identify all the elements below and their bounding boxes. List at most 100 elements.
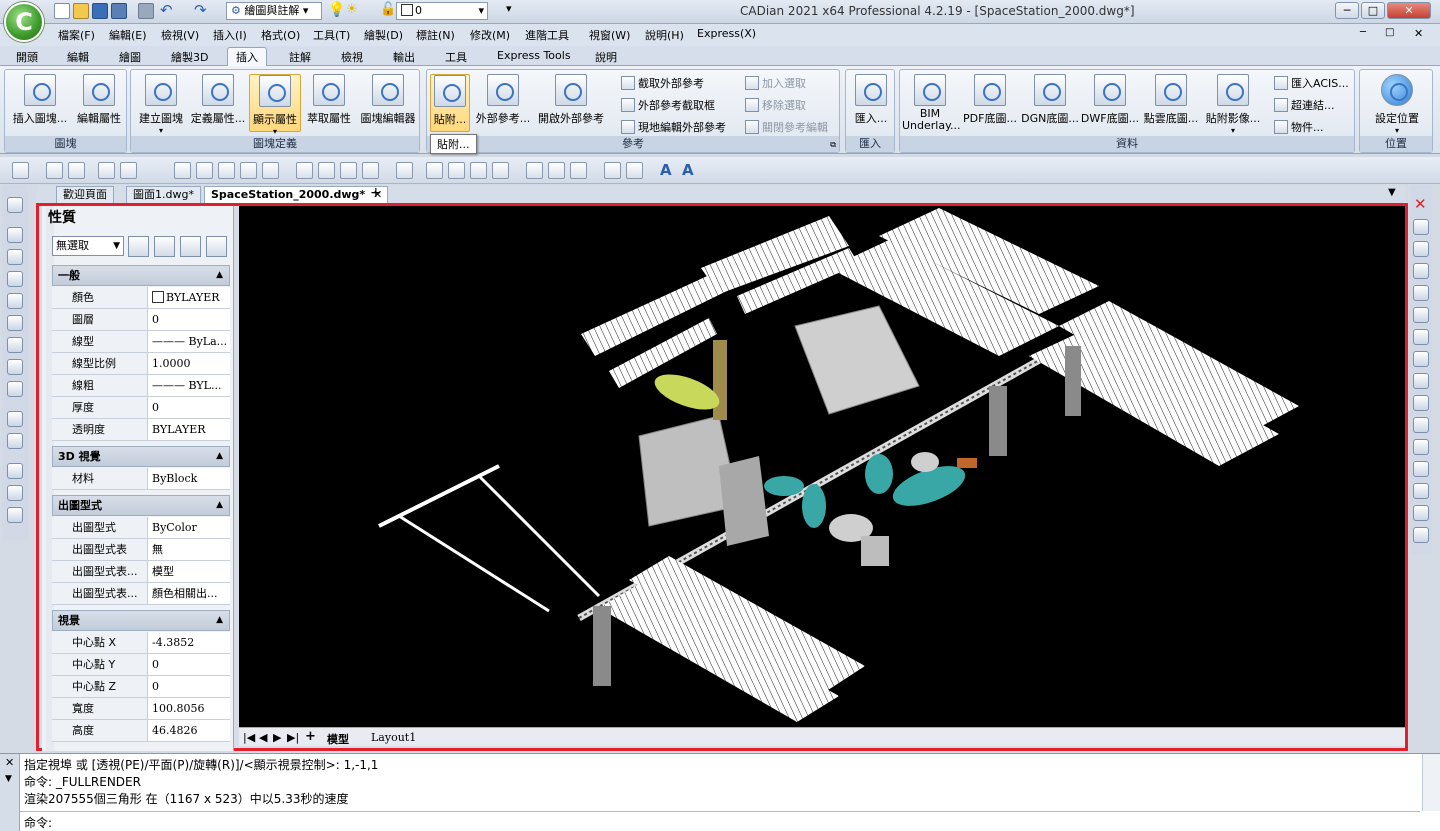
define-attribute-button[interactable]: 定義屬性... bbox=[189, 74, 247, 126]
offset-icon[interactable] bbox=[1413, 263, 1429, 279]
command-input[interactable]: 命令: bbox=[20, 811, 1420, 831]
line-icon[interactable] bbox=[174, 162, 191, 179]
tab-draw3d[interactable]: 繪製3D bbox=[171, 49, 208, 65]
hatch-pattern-icon[interactable] bbox=[426, 162, 443, 179]
insert-block-button[interactable]: 插入圖塊... bbox=[9, 74, 71, 126]
menu-modify[interactable]: 修改(M) bbox=[470, 27, 510, 43]
property-value[interactable]: 無 bbox=[152, 539, 230, 560]
tab-draw[interactable]: 繪圖 bbox=[119, 49, 141, 65]
timer-icon[interactable] bbox=[296, 162, 313, 179]
zoom-previous-icon[interactable] bbox=[7, 271, 23, 287]
trim-icon[interactable] bbox=[1413, 395, 1429, 411]
tab-insert[interactable]: 插入 bbox=[227, 47, 267, 67]
property-value[interactable]: 0 bbox=[152, 309, 230, 330]
drawing-canvas[interactable] bbox=[239, 206, 1405, 727]
block-editor-button[interactable]: 圖塊編輯器 bbox=[357, 74, 419, 126]
donut-icon[interactable] bbox=[526, 162, 543, 179]
selection-combo[interactable]: 無選取 ▼ bbox=[52, 236, 124, 256]
xref-frame-button[interactable]: 外部參考截取框 bbox=[621, 97, 715, 113]
last-layout-icon[interactable]: ▶| bbox=[287, 731, 299, 744]
point-icon[interactable] bbox=[396, 162, 413, 179]
save-as-icon[interactable] bbox=[111, 3, 127, 19]
doc-tab-spacestation[interactable]: SpaceStation_2000.dwg* ✕ bbox=[204, 186, 389, 203]
tab-view[interactable]: 檢視 bbox=[341, 49, 363, 65]
zoom-all-icon[interactable] bbox=[7, 463, 23, 479]
property-value[interactable]: ——— ByLa... bbox=[152, 331, 230, 352]
zoom-dynamic-icon[interactable] bbox=[7, 315, 23, 331]
mdi-restore-icon[interactable]: □ bbox=[1385, 27, 1394, 38]
app-logo[interactable]: C bbox=[4, 2, 44, 42]
redo-icon[interactable]: ↷ bbox=[194, 1, 207, 19]
property-row[interactable]: 寬度 100.8056 bbox=[52, 698, 230, 720]
move-icon[interactable] bbox=[1413, 307, 1429, 323]
zoom-out-icon[interactable] bbox=[7, 433, 23, 449]
toggle-pickadd-icon[interactable] bbox=[128, 236, 149, 257]
property-row[interactable]: 出圖型式表... 模型 bbox=[52, 561, 230, 583]
erase-icon[interactable]: ✕ bbox=[1414, 195, 1427, 213]
menu-help[interactable]: 說明(H) bbox=[645, 27, 684, 43]
restore-button[interactable]: □ bbox=[1361, 2, 1385, 19]
property-value[interactable]: 0 bbox=[152, 654, 230, 675]
property-value[interactable]: 100.8056 bbox=[152, 698, 230, 719]
tab-output[interactable]: 輸出 bbox=[393, 49, 415, 65]
regen-icon[interactable] bbox=[7, 197, 23, 213]
menu-window[interactable]: 視窗(W) bbox=[589, 27, 630, 43]
property-value[interactable]: BYLAYER bbox=[152, 419, 230, 440]
undo-icon[interactable]: ↶ bbox=[160, 1, 173, 19]
filter-icon[interactable] bbox=[206, 236, 227, 257]
revcloud-icon[interactable] bbox=[548, 162, 565, 179]
zoom-extents-icon[interactable] bbox=[7, 485, 23, 501]
add-layout-icon[interactable]: + bbox=[305, 729, 316, 744]
save-icon[interactable] bbox=[92, 3, 108, 19]
create-block-button[interactable]: 建立圖塊 ▾ bbox=[135, 74, 187, 135]
external-reference-button[interactable]: 外部參考... bbox=[473, 74, 533, 126]
collapse-icon[interactable]: ▲ bbox=[216, 447, 223, 466]
property-row[interactable]: 高度 46.4826 bbox=[52, 720, 230, 742]
mdi-close-icon[interactable]: ✕ bbox=[1414, 27, 1423, 40]
property-row[interactable]: 線型 ——— ByLa... bbox=[52, 331, 230, 353]
clip-xref-button[interactable]: 截取外部參考 bbox=[621, 75, 704, 91]
bim-underlay-button[interactable]: BIM Underlay... bbox=[902, 74, 961, 132]
dwf-underlay-button[interactable]: DWF底圖... bbox=[1080, 74, 1140, 126]
property-row[interactable]: 透明度 BYLAYER bbox=[52, 419, 230, 441]
zoom-object-icon[interactable] bbox=[7, 381, 23, 397]
hatch-icon[interactable] bbox=[218, 162, 235, 179]
tab-express-tools[interactable]: Express Tools bbox=[497, 49, 571, 62]
tab-tools[interactable]: 工具 bbox=[445, 49, 467, 65]
doc-tab-welcome[interactable]: 歡迎頁面 bbox=[56, 186, 114, 203]
object-button[interactable]: 物件... bbox=[1274, 119, 1324, 135]
property-value[interactable]: 0 bbox=[152, 676, 230, 697]
property-row[interactable]: 出圖型式表... 顏色相關出... bbox=[52, 583, 230, 605]
rectangle-icon[interactable] bbox=[448, 162, 465, 179]
point-cloud-button[interactable]: 點雲底圖... bbox=[1140, 74, 1202, 126]
first-layout-icon[interactable]: |◀ bbox=[243, 731, 255, 744]
layer-combo[interactable]: 0 ▾ bbox=[396, 2, 488, 20]
join-icon[interactable] bbox=[1413, 461, 1429, 477]
layout1-tab[interactable]: Layout1 bbox=[371, 731, 416, 744]
property-row[interactable]: 中心點 Y0 bbox=[52, 654, 230, 676]
extend-icon[interactable] bbox=[1413, 417, 1429, 433]
prev-layout-icon[interactable]: ◀ bbox=[259, 731, 267, 744]
region-icon[interactable] bbox=[470, 162, 487, 179]
pan-hand-icon[interactable] bbox=[7, 227, 23, 243]
explode-icon[interactable] bbox=[1413, 527, 1429, 543]
open-icon[interactable] bbox=[73, 3, 89, 19]
property-value[interactable]: 46.4826 bbox=[152, 720, 230, 741]
property-section-header[interactable]: 視景 ▲ bbox=[52, 610, 230, 631]
new-tab-button[interactable]: + bbox=[370, 185, 382, 201]
show-attribute-button[interactable]: 顯示屬性 ▾ bbox=[249, 74, 301, 136]
workspace-combo[interactable]: ⚙ 繪圖與註解 ▾ bbox=[226, 2, 322, 20]
edit-attribute-button[interactable]: 編輯屬性 bbox=[71, 74, 127, 126]
minimize-button[interactable]: ─ bbox=[1335, 2, 1359, 19]
fillet-modify-icon[interactable] bbox=[1413, 505, 1429, 521]
property-row[interactable]: 中心點 Z0 bbox=[52, 676, 230, 698]
close-button[interactable]: ✕ bbox=[1387, 2, 1431, 19]
menu-view[interactable]: 檢視(V) bbox=[161, 27, 199, 43]
spline-icon[interactable] bbox=[240, 162, 257, 179]
property-value[interactable]: 模型 bbox=[152, 561, 230, 582]
menu-edit[interactable]: 編輯(E) bbox=[109, 27, 147, 43]
export-icon[interactable] bbox=[120, 162, 137, 179]
array-icon[interactable] bbox=[1413, 285, 1429, 301]
boundary-icon[interactable] bbox=[492, 162, 509, 179]
property-row[interactable]: 圖層 0 bbox=[52, 309, 230, 331]
